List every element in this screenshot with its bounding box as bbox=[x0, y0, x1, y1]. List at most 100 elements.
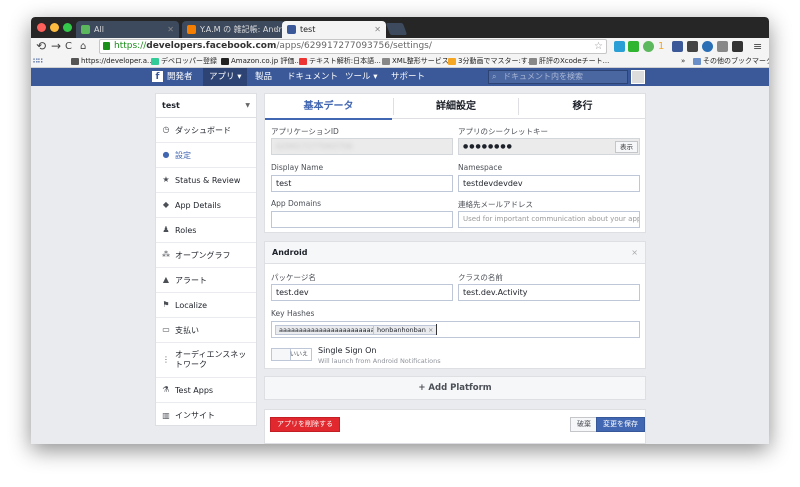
developers-home-link[interactable]: 開発者 bbox=[167, 68, 193, 86]
display-name-field[interactable]: test bbox=[271, 175, 453, 192]
save-changes-button[interactable]: 変更を保存 bbox=[596, 417, 645, 432]
tab-close-icon[interactable]: ✕ bbox=[374, 21, 381, 38]
key-hash-token[interactable]: aaaaaaaaaaaaaaaaaaaaaaaa × bbox=[275, 325, 387, 335]
package-name-field[interactable]: test.dev bbox=[271, 284, 453, 301]
tab-migrations[interactable]: 移行 bbox=[519, 94, 646, 119]
tab-close-icon[interactable]: ✕ bbox=[167, 21, 174, 38]
app-domains-field[interactable] bbox=[271, 211, 453, 228]
bookmark-item[interactable]: Amazon.co.jp 評価... bbox=[221, 55, 301, 68]
app-id-field[interactable]: 629917277093756 bbox=[271, 138, 453, 155]
sidebar-item-status-review[interactable]: ★ Status & Review bbox=[156, 168, 256, 193]
nav-tools[interactable]: ツール ▾ bbox=[345, 68, 377, 86]
tab-all[interactable]: All ✕ bbox=[76, 21, 179, 38]
sidebar-item-label: App Details bbox=[175, 201, 221, 210]
back-icon[interactable]: ⟲ bbox=[36, 39, 46, 54]
discard-button[interactable]: 破棄 bbox=[570, 417, 598, 432]
class-name-field[interactable]: test.dev.Activity bbox=[458, 284, 640, 301]
sidebar-item-label: オーディエンスネットワーク bbox=[175, 350, 247, 369]
add-platform-button[interactable]: + Add Platform bbox=[264, 376, 646, 400]
remove-token-icon[interactable]: × bbox=[428, 326, 433, 334]
bookmark-label: XML整形サービス bbox=[392, 57, 449, 65]
address-bar[interactable]: https://developers.facebook.com/apps/629… bbox=[99, 39, 607, 54]
sidebar-item-label: 支払い bbox=[175, 326, 199, 335]
warning-icon: ▲ bbox=[162, 275, 170, 284]
tab-yam-blog[interactable]: Y.A.M の 雑記帳: Android ✕ bbox=[182, 21, 285, 38]
bookmarks-overflow-button[interactable]: » bbox=[681, 55, 685, 68]
bar-chart-icon: ▥ bbox=[162, 410, 170, 420]
extension-icon[interactable] bbox=[702, 41, 713, 52]
sidebar-item-settings[interactable]: ● 設定 bbox=[156, 143, 256, 168]
sidebar-item-app-details[interactable]: ◆ App Details bbox=[156, 193, 256, 218]
sidebar-item-audience-network[interactable]: ⋮ オーディエンスネットワーク bbox=[156, 343, 256, 378]
close-window-button[interactable] bbox=[37, 23, 46, 32]
extension-icon[interactable] bbox=[614, 41, 625, 52]
sidebar-item-localize[interactable]: ⚑ Localize bbox=[156, 293, 256, 318]
tab-test[interactable]: test ✕ bbox=[282, 21, 386, 38]
sidebar-item-insights[interactable]: ▥ インサイト bbox=[156, 403, 256, 428]
extension-icon[interactable] bbox=[717, 41, 728, 52]
show-secret-button[interactable]: 表示 bbox=[615, 141, 638, 153]
tab-advanced[interactable]: 詳細設定 bbox=[394, 94, 518, 119]
sidebar-item-payments[interactable]: ▭ 支払い bbox=[156, 318, 256, 343]
nav-apps[interactable]: アプリ ▾ bbox=[203, 68, 248, 86]
app-secret-label: アプリのシークレットキー bbox=[458, 127, 548, 136]
class-name-label: クラスの名前 bbox=[458, 273, 503, 282]
new-tab-button[interactable] bbox=[385, 23, 408, 35]
nav-docs[interactable]: ドキュメント bbox=[287, 68, 338, 86]
tab-close-icon[interactable]: ✕ bbox=[273, 21, 280, 38]
key-hashes-field[interactable]: aaaaaaaaaaaaaaaaaaaaaaaa × honbanhonban … bbox=[271, 321, 640, 338]
bookmark-item[interactable]: 3分動画でマスター:す... bbox=[448, 55, 535, 68]
sidebar-item-test-apps[interactable]: ⚗ Test Apps bbox=[156, 378, 256, 403]
close-icon[interactable]: × bbox=[631, 242, 638, 264]
tab-favicon-icon bbox=[187, 25, 196, 34]
apps-icon[interactable]: ∷∷ bbox=[33, 55, 43, 68]
other-bookmarks-folder[interactable]: その他のブックマーク bbox=[693, 55, 769, 68]
bookmark-item[interactable]: https://developer.a... bbox=[71, 55, 154, 68]
package-name-value: test.dev bbox=[276, 288, 309, 297]
sidebar-item-alerts[interactable]: ▲ アラート bbox=[156, 268, 256, 293]
bookmark-label: テキスト解析:日本語... bbox=[309, 57, 381, 65]
sidebar-item-label: アラート bbox=[175, 276, 207, 285]
docs-search-input[interactable]: ⌕ ドキュメント内を検索 bbox=[488, 70, 628, 84]
settings-footer: アプリを削除する 破棄 変更を保存 bbox=[264, 409, 646, 444]
forward-icon[interactable]: → bbox=[51, 39, 61, 54]
sidebar-item-dashboard[interactable]: ◷ ダッシュボード bbox=[156, 118, 256, 143]
contact-email-field[interactable]: Used for important communication about y… bbox=[458, 211, 640, 228]
bookmark-star-icon[interactable]: ☆ bbox=[594, 40, 603, 53]
app-secret-field[interactable]: ●●●●●●●● bbox=[458, 138, 640, 155]
bookmark-item[interactable]: 肝評のXcodeチート... bbox=[529, 55, 609, 68]
reload-icon[interactable]: C bbox=[65, 39, 72, 54]
add-extension-icon[interactable] bbox=[643, 41, 654, 52]
avatar[interactable] bbox=[631, 70, 645, 84]
extension-icon[interactable] bbox=[732, 41, 743, 52]
nav-support[interactable]: サポート bbox=[391, 68, 425, 86]
sidebar-item-open-graph[interactable]: ⁂ オープングラフ bbox=[156, 243, 256, 268]
minimize-window-button[interactable] bbox=[50, 23, 59, 32]
app-selector[interactable]: test ▼ bbox=[156, 94, 256, 118]
nav-products[interactable]: 製品 bbox=[255, 68, 272, 86]
settings-icon: ● bbox=[162, 150, 170, 159]
zoom-window-button[interactable] bbox=[63, 23, 72, 32]
sso-label: Single Sign On bbox=[318, 346, 377, 355]
app-sidebar: test ▼ ◷ ダッシュボード ● 設定 ★ Status & Review ◆ Ap… bbox=[155, 93, 257, 426]
tab-basic[interactable]: 基本データ bbox=[265, 94, 392, 120]
extension-icon[interactable] bbox=[687, 41, 698, 52]
bookmark-item[interactable]: デベロッパー登録 bbox=[151, 55, 217, 68]
basic-settings-panel: 基本データ 詳細設定 移行 アプリケーションID 629917277093756… bbox=[264, 93, 646, 233]
sso-toggle[interactable]: いいえ bbox=[271, 348, 312, 361]
bookmark-item[interactable]: XML整形サービス bbox=[382, 55, 449, 68]
facebook-logo-icon[interactable]: f bbox=[152, 71, 163, 82]
sidebar-item-roles[interactable]: ♟ Roles bbox=[156, 218, 256, 243]
tab-label: 移行 bbox=[572, 101, 593, 112]
extension-icon[interactable]: 1 bbox=[658, 41, 669, 52]
add-platform-label: + Add Platform bbox=[418, 383, 492, 393]
tab-strip: All ✕ Y.A.M の 雑記帳: Android ✕ test ✕ bbox=[31, 17, 769, 38]
menu-icon[interactable]: ≡ bbox=[753, 39, 762, 54]
home-icon[interactable]: ⌂ bbox=[80, 39, 86, 54]
extension-icon[interactable] bbox=[628, 41, 639, 52]
extension-icon[interactable] bbox=[672, 41, 683, 52]
key-hash-token[interactable]: honbanhonban × bbox=[373, 325, 438, 335]
namespace-field[interactable]: testdevdevdev bbox=[458, 175, 640, 192]
delete-app-button[interactable]: アプリを削除する bbox=[270, 417, 340, 432]
bookmark-item[interactable]: テキスト解析:日本語... bbox=[299, 55, 381, 68]
